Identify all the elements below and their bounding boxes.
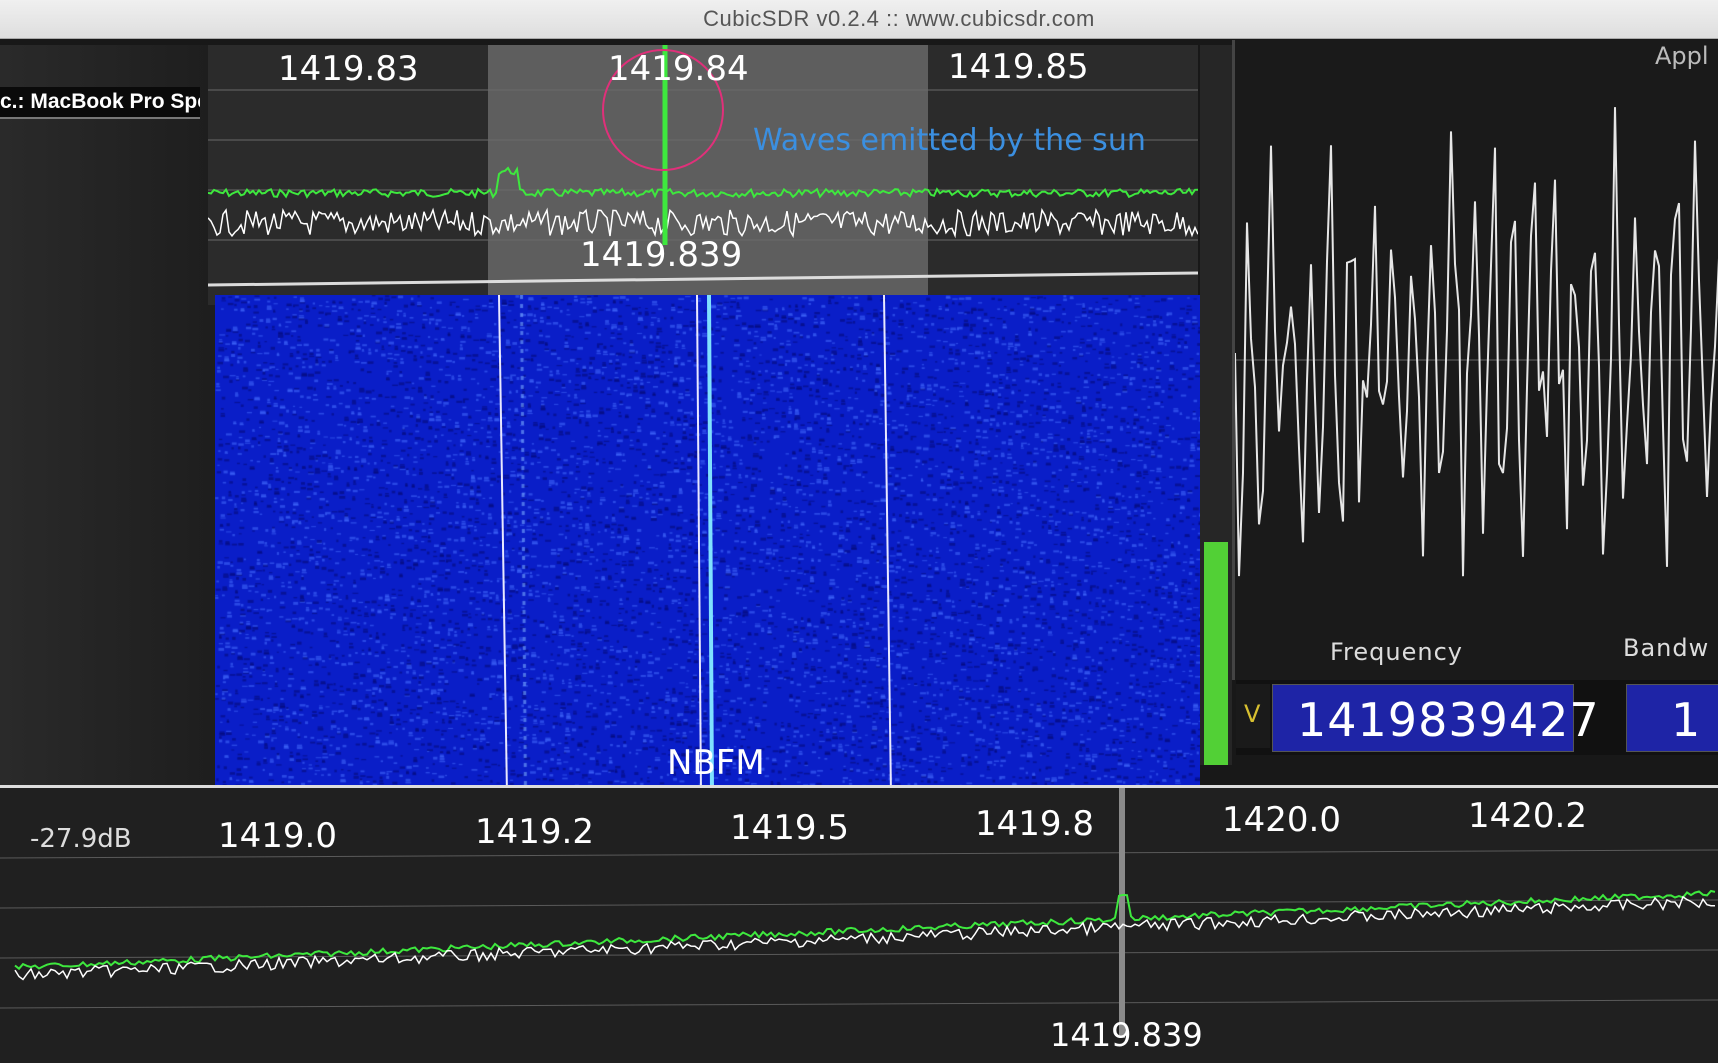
peak-hold-trace: [208, 166, 1198, 200]
annotation-text: Waves emitted by the sun: [753, 123, 1146, 158]
frequency-control-bar: V 1419839427 1: [1236, 680, 1718, 755]
demod-mode-label[interactable]: NBFM: [667, 743, 765, 783]
overview-tick-label: 1420.2: [1468, 796, 1587, 836]
overview-spectrum[interactable]: -27.9dB 1419.0 1419.2 1419.5 1419.8 1420…: [0, 785, 1718, 1063]
bandwidth-input[interactable]: 1: [1626, 684, 1718, 752]
frequency-label: Frequency: [1330, 638, 1463, 666]
window-title: CubicSDR v0.2.4 :: www.cubicsdr.com: [703, 6, 1095, 31]
frequency-value: 1419839427: [1297, 693, 1600, 747]
waterfall-overlay: [498, 295, 892, 795]
bandwidth-label: Bandw: [1623, 634, 1710, 662]
bandwidth-value: 1: [1671, 693, 1701, 747]
signal-trace-line: [707, 295, 714, 795]
window-titlebar: CubicSDR v0.2.4 :: www.cubicsdr.com: [0, 0, 1718, 39]
overview-tick-label: 1419.5: [730, 808, 849, 848]
overview-tick-label: 1419.2: [475, 812, 594, 852]
spectrum-tick-label: 1419.83: [278, 49, 419, 89]
overview-peak-trace: [14, 889, 1716, 971]
device-panel[interactable]: c.: MacBook Pro Spe: [0, 45, 238, 795]
v-toggle-label: V: [1244, 700, 1261, 728]
overview-center-frequency: 1419.839: [1050, 1016, 1203, 1054]
overview-live-trace: [14, 895, 1715, 981]
scope-panel[interactable]: Appl Frequency Bandw: [1232, 40, 1718, 680]
audio-level-fill: [1204, 541, 1228, 765]
live-spectrum-trace: [208, 207, 1198, 239]
spectrum-tick-label: 1419.84: [608, 49, 749, 89]
audio-level-meter[interactable]: [1200, 45, 1232, 765]
bandwidth-left-edge[interactable]: [498, 295, 508, 795]
overview-gridlines: [0, 849, 1718, 1009]
waterfall-view[interactable]: NBFM: [215, 295, 1200, 795]
scope-top-right-label: Appl: [1655, 42, 1709, 70]
spectrum-view[interactable]: 1419.83 1419.84 1419.85 Waves emitted by…: [208, 45, 1198, 305]
overview-tick-label: 1420.0: [1222, 800, 1341, 840]
overview-level-label: -27.9dB: [30, 824, 132, 854]
scope-waveform: [1235, 107, 1718, 577]
demod-center-frequency: 1419.839: [580, 235, 743, 275]
overview-tick-label: 1419.0: [218, 816, 337, 856]
scope-svg: [1235, 107, 1718, 577]
overview-tick-label: 1419.8: [975, 804, 1094, 844]
demod-left-edge[interactable]: [696, 295, 702, 795]
frequency-input[interactable]: 1419839427: [1272, 684, 1599, 752]
device-label[interactable]: c.: MacBook Pro Spe: [0, 87, 200, 119]
bandwidth-right-edge[interactable]: [883, 295, 892, 795]
spectrum-tick-label: 1419.85: [948, 47, 1089, 87]
lock-toggle[interactable]: V: [1236, 684, 1270, 748]
